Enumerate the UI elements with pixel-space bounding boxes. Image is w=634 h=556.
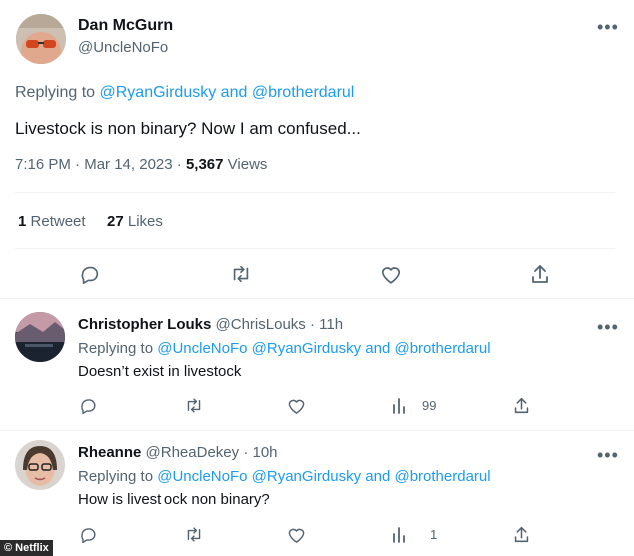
mention-and: and bbox=[220, 84, 248, 101]
author-name[interactable]: Rheanne bbox=[78, 444, 141, 461]
tweet-date[interactable]: Mar 14, 2023 bbox=[84, 156, 172, 173]
more-options-icon[interactable]: ••• bbox=[597, 18, 619, 36]
like-icon[interactable] bbox=[287, 526, 306, 544]
reply-text: How is livest ock non binary? bbox=[78, 491, 270, 508]
tweet-time[interactable]: 7:16 PM bbox=[15, 156, 71, 173]
reply-icon[interactable] bbox=[79, 396, 98, 415]
like-icon[interactable] bbox=[380, 264, 402, 285]
avatar[interactable] bbox=[15, 440, 65, 490]
reply-age[interactable]: 10h bbox=[252, 444, 277, 461]
likes-label: Likes bbox=[127, 213, 163, 230]
mention-link[interactable]: @UncleNoFo bbox=[157, 340, 247, 357]
reply-header: Rheanne @RheaDekey · 10h bbox=[78, 444, 278, 461]
avatar[interactable] bbox=[15, 312, 65, 362]
views-count: 5,367 bbox=[185, 156, 224, 173]
mention-link[interactable]: @UncleNoFo bbox=[157, 468, 247, 485]
watermark-badge: © Netflix bbox=[0, 540, 53, 556]
avatar[interactable] bbox=[16, 14, 66, 64]
replying-to: Replying to @UncleNoFo @RyanGirdusky and… bbox=[78, 468, 491, 485]
divider bbox=[0, 298, 634, 299]
likes-count: 27 bbox=[107, 213, 124, 230]
author-handle[interactable]: @RheaDekey bbox=[146, 444, 240, 461]
replying-to: Replying to @UncleNoFo @RyanGirdusky and… bbox=[78, 340, 491, 357]
replying-to-prefix: Replying to bbox=[78, 468, 154, 485]
more-options-icon[interactable]: ••• bbox=[597, 318, 619, 336]
views-icon[interactable] bbox=[391, 526, 409, 543]
replying-to: Replying to @RyanGirdusky and @brotherda… bbox=[15, 84, 354, 102]
author-name[interactable]: Christopher Louks bbox=[78, 316, 211, 333]
mention-link[interactable]: @brotherdarul bbox=[394, 468, 490, 485]
reply-text: Doesn’t exist in livestock bbox=[78, 363, 242, 380]
mention-link[interactable]: @RyanGirdusky bbox=[252, 340, 361, 357]
views-label: Views bbox=[227, 156, 268, 173]
like-icon[interactable] bbox=[287, 397, 306, 415]
mention-link[interactable]: @brotherdarul bbox=[252, 84, 355, 101]
retweets-label: Retweet bbox=[30, 213, 86, 230]
meta-separator: · bbox=[75, 156, 81, 173]
author-handle[interactable]: @UncleNoFo bbox=[78, 39, 168, 56]
more-options-icon[interactable]: ••• bbox=[597, 446, 619, 464]
author-name[interactable]: Dan McGurn bbox=[78, 17, 173, 35]
mention-link[interactable]: @RyanGirdusky bbox=[100, 84, 217, 101]
reply-header: Christopher Louks @ChrisLouks · 11h bbox=[78, 316, 343, 333]
retweet-icon[interactable] bbox=[184, 396, 204, 415]
likes-stat[interactable]: 27 Likes bbox=[107, 213, 163, 230]
avatar-photo bbox=[15, 312, 65, 362]
retweets-stat[interactable]: 1 Retweet bbox=[18, 213, 86, 230]
meta-separator: · bbox=[176, 156, 182, 173]
meta-separator: · bbox=[309, 316, 315, 333]
divider bbox=[0, 430, 634, 431]
share-icon[interactable] bbox=[530, 263, 550, 285]
views-count: 1 bbox=[430, 527, 438, 542]
share-icon[interactable] bbox=[513, 396, 530, 415]
reply-age[interactable]: 11h bbox=[319, 316, 343, 333]
author-handle[interactable]: @ChrisLouks bbox=[216, 316, 306, 333]
avatar-photo bbox=[15, 440, 65, 490]
replying-to-prefix: Replying to bbox=[15, 84, 96, 101]
divider bbox=[15, 192, 615, 193]
mention-link[interactable]: @brotherdarul bbox=[394, 340, 490, 357]
divider bbox=[15, 248, 615, 249]
reply-icon[interactable] bbox=[79, 525, 98, 544]
reply-icon[interactable] bbox=[79, 263, 101, 285]
mention-link[interactable]: @RyanGirdusky bbox=[252, 468, 361, 485]
tweet-text: Livestock is non binary? Now I am confus… bbox=[15, 119, 361, 138]
share-icon[interactable] bbox=[513, 525, 530, 544]
avatar-photo bbox=[16, 14, 66, 64]
mention-and: and bbox=[365, 340, 391, 357]
retweet-icon[interactable] bbox=[184, 525, 204, 544]
views-icon[interactable] bbox=[391, 397, 409, 414]
replying-to-prefix: Replying to bbox=[78, 340, 154, 357]
views-count: 99 bbox=[422, 398, 437, 413]
tweet-meta: 7:16 PM · Mar 14, 2023 · 5,367 Views bbox=[15, 156, 267, 173]
mention-and: and bbox=[365, 468, 391, 485]
meta-separator: · bbox=[243, 444, 249, 461]
retweets-count: 1 bbox=[18, 213, 27, 230]
retweet-icon[interactable] bbox=[229, 263, 253, 285]
